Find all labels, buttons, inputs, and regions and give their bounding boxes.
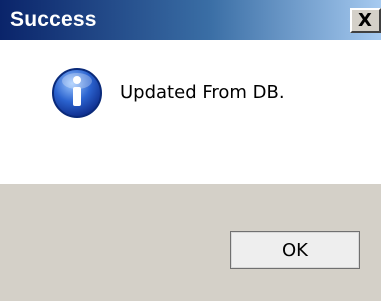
ok-button[interactable]: OK <box>230 231 360 269</box>
dialog-title: Success <box>10 8 97 31</box>
close-icon: X <box>358 10 372 31</box>
title-bar[interactable]: Success X <box>0 0 381 40</box>
button-area: OK <box>0 184 381 301</box>
close-button[interactable]: X <box>350 8 381 33</box>
message-dialog: Success X Updated From DB. OK <box>0 0 381 301</box>
information-icon <box>52 68 102 118</box>
dialog-message: Updated From DB. <box>120 82 285 103</box>
